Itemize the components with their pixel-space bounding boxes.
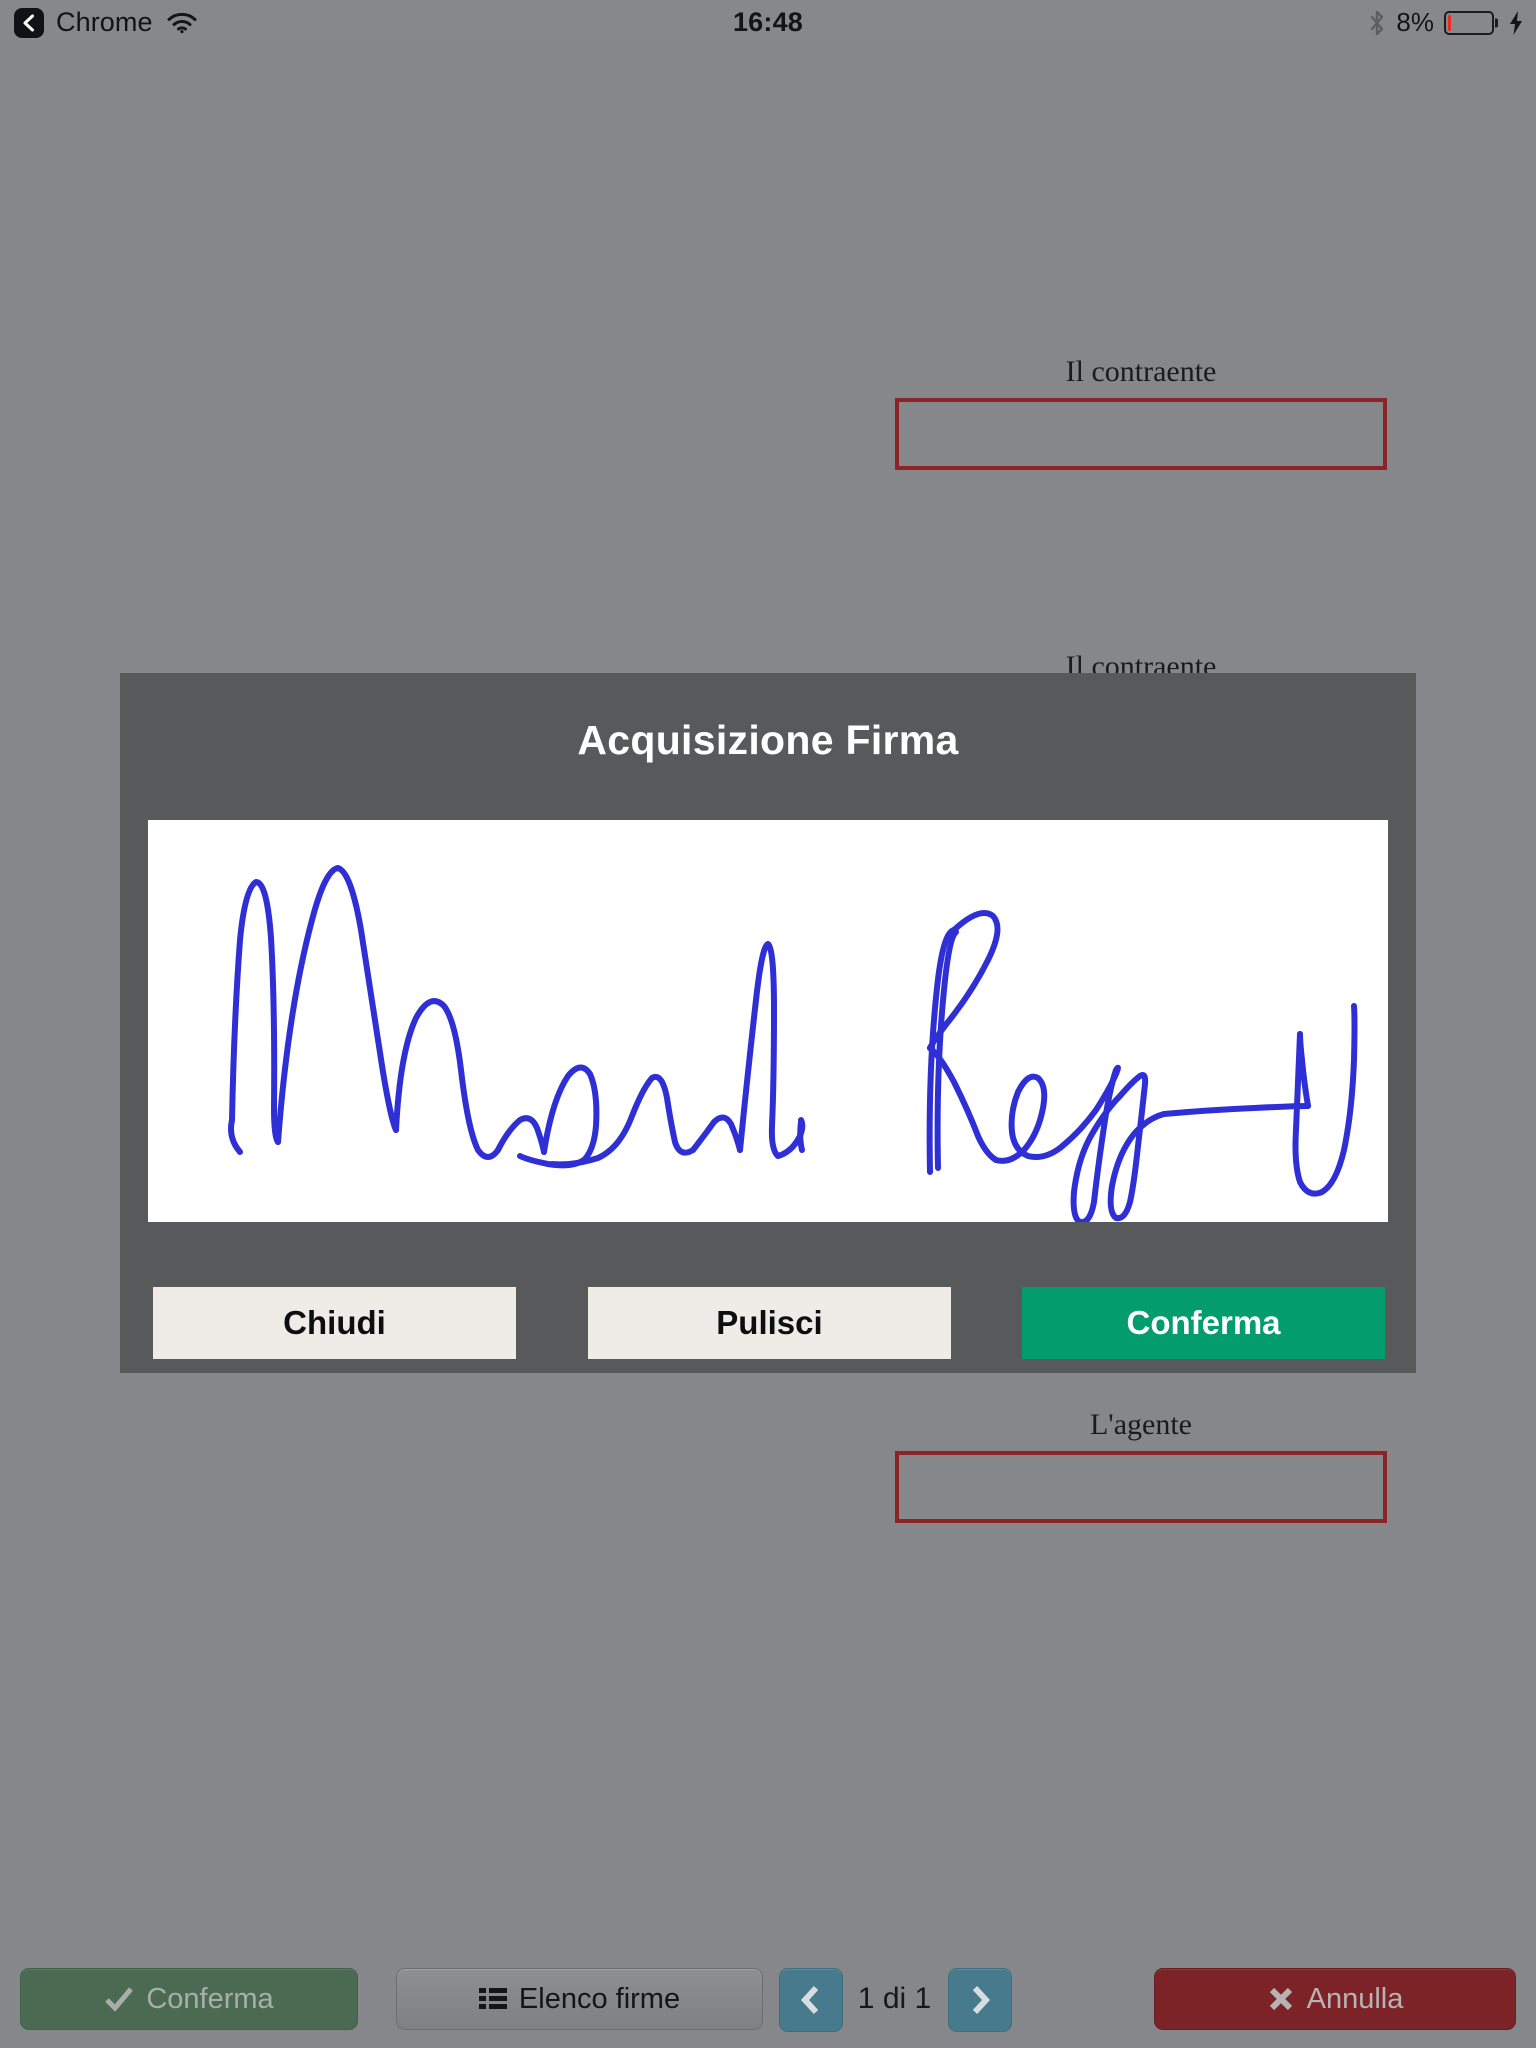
- chevron-right-icon: [972, 1985, 991, 2015]
- toolbar-cancel-label: Annulla: [1306, 1982, 1404, 2015]
- dialog-title: Acquisizione Firma: [577, 717, 959, 763]
- signature-block-agente: L'agente: [895, 1408, 1387, 1523]
- list-icon: [478, 1988, 507, 2009]
- confirm-button[interactable]: Conferma: [1022, 1287, 1385, 1359]
- page-indicator: 1 di 1: [857, 1982, 932, 2015]
- close-button[interactable]: Chiudi: [153, 1287, 516, 1359]
- previous-page-button[interactable]: [779, 1968, 843, 2032]
- ios-status-bar: Chrome 16:48 8%: [0, 0, 1536, 45]
- battery-fill: [1448, 14, 1452, 31]
- toolbar-cancel-button[interactable]: Annulla: [1154, 1968, 1516, 2030]
- dialog-action-bar: Chiudi Pulisci Conferma: [120, 1287, 1416, 1359]
- signature-ink-drawing: [228, 865, 1358, 1222]
- signature-capture-dialog: Acquisizione Firma Chiudi Pulisci Confer…: [120, 673, 1416, 1373]
- toolbar-confirm-label: Conferma: [146, 1982, 274, 2015]
- status-bar-clock: 16:48: [732, 7, 804, 37]
- signature-field-agente[interactable]: [895, 1451, 1387, 1523]
- next-page-button[interactable]: [948, 1968, 1012, 2032]
- signature-block-contraente-1: Il contraente: [895, 355, 1387, 470]
- check-icon: [105, 1987, 134, 2012]
- signature-label: Il contraente: [1065, 355, 1217, 388]
- bottom-toolbar: Conferma Elenco firme 1 di 1 Annulla: [0, 1953, 1536, 2048]
- clear-button[interactable]: Pulisci: [588, 1287, 951, 1359]
- chevron-left-icon: [800, 1985, 819, 2015]
- lightning-bolt-icon: [1510, 10, 1522, 35]
- toolbar-signature-list-label: Elenco firme: [518, 1982, 681, 2015]
- status-bar-right-group: 8%: [1368, 7, 1524, 38]
- signature-field-contraente-1[interactable]: [895, 398, 1387, 470]
- signature-canvas[interactable]: [148, 820, 1388, 1222]
- toolbar-confirm-button[interactable]: Conferma: [20, 1968, 358, 2030]
- battery-icon: [1444, 10, 1494, 35]
- toolbar-signature-list-button[interactable]: Elenco firme: [396, 1968, 763, 2030]
- bluetooth-icon: [1371, 10, 1384, 35]
- battery-percent-label: 8%: [1396, 7, 1434, 37]
- signature-label: L'agente: [1089, 1408, 1192, 1441]
- close-x-icon: [1269, 1987, 1292, 2011]
